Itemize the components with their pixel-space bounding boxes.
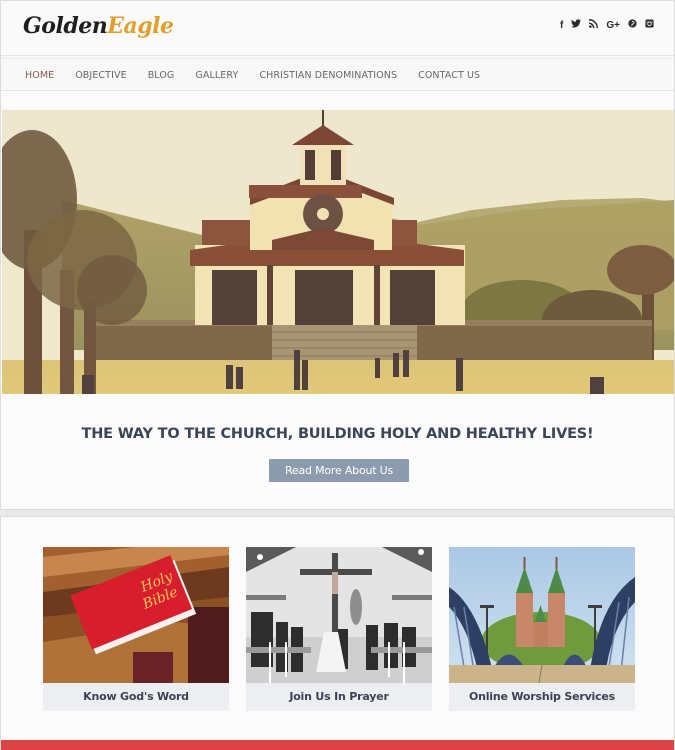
logo-part-eagle: Eagle — [107, 13, 174, 39]
feature-card-join-us-in-prayer[interactable]: Join Us In Prayer — [246, 547, 432, 712]
google-plus-icon[interactable]: G+ — [606, 20, 620, 32]
card-caption[interactable]: Online Worship Services — [449, 683, 635, 711]
twitter-icon[interactable] — [571, 19, 582, 32]
main-navigation: HOME OBJECTIVE BLOG GALLERY CHRISTIAN DE… — [1, 55, 674, 91]
social-links: f G+ — [560, 19, 654, 32]
facebook-icon[interactable]: f — [560, 20, 563, 32]
hero-image — [2, 110, 674, 394]
features-panel: Holy Bible Know God's Word Join Us In Pr… — [0, 516, 675, 750]
nav-objective[interactable]: OBJECTIVE — [75, 70, 126, 81]
card-caption[interactable]: Know God's Word — [43, 683, 229, 711]
instagram-icon[interactable] — [645, 19, 654, 32]
rss-icon[interactable] — [589, 19, 599, 32]
site-logo[interactable]: GoldenEagle — [23, 13, 174, 39]
nav-contact-us[interactable]: CONTACT US — [418, 70, 480, 81]
nav-christian-denominations[interactable]: CHRISTIAN DENOMINATIONS — [259, 70, 397, 81]
card-caption[interactable]: Join Us In Prayer — [246, 683, 432, 711]
site-header: GoldenEagle f G+ — [1, 1, 674, 55]
bible-image[interactable]: Holy Bible — [43, 547, 229, 683]
pinterest-icon[interactable] — [628, 19, 637, 32]
footer-accent-bar — [1, 740, 674, 750]
logo-part-golden: Golden — [23, 13, 108, 39]
top-panel: GoldenEagle f G+ HOME OBJECTIVE BLOG GAL… — [0, 0, 675, 510]
prayer-image[interactable] — [246, 547, 432, 683]
nav-home[interactable]: HOME — [25, 70, 54, 81]
feature-card-online-worship-services[interactable]: Online Worship Services — [449, 547, 635, 712]
read-more-button[interactable]: Read More About Us — [269, 459, 409, 482]
worship-image[interactable] — [449, 547, 635, 683]
feature-card-know-gods-word[interactable]: Holy Bible Know God's Word — [43, 547, 229, 712]
nav-gallery[interactable]: GALLERY — [195, 70, 238, 81]
nav-blog[interactable]: BLOG — [148, 70, 175, 81]
tagline-heading: THE WAY TO THE CHURCH, BUILDING HOLY AND… — [81, 426, 594, 442]
